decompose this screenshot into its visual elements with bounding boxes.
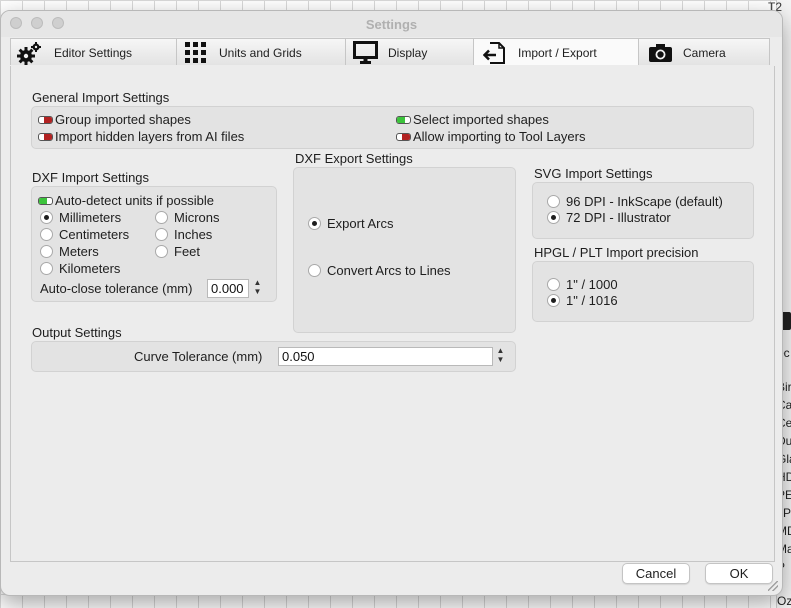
allow-tool-layers-toggle[interactable]: Allow importing to Tool Layers <box>396 129 585 144</box>
hpgl-import-title: HPGL / PLT Import precision <box>534 245 699 260</box>
radio-button <box>547 278 560 291</box>
select-imported-shapes-toggle[interactable]: Select imported shapes <box>396 112 549 127</box>
radio-label: Meters <box>59 244 99 259</box>
radio-button <box>40 228 53 241</box>
radio-button <box>155 211 168 224</box>
radio-button <box>308 264 321 277</box>
toggle-switch-off <box>396 132 411 141</box>
toggle-label: Select imported shapes <box>413 112 549 127</box>
tab-editor-settings[interactable]: Editor Settings <box>10 38 177 65</box>
dxf-import-group: Auto-detect units if possible Millimeter… <box>31 186 277 302</box>
radio-72-dpi[interactable]: 72 DPI - Illustrator <box>547 210 671 225</box>
curve-tolerance-stepper[interactable]: ▲ ▼ <box>495 346 506 366</box>
radio-export-arcs[interactable]: Export Arcs <box>308 216 393 231</box>
radio-button <box>40 262 53 275</box>
radio-label: 1" / 1000 <box>566 277 618 292</box>
curve-tolerance-label: Curve Tolerance (mm) <box>134 349 263 364</box>
radio-label: Convert Arcs to Lines <box>327 263 451 278</box>
import-export-page: General Import Settings Group imported s… <box>10 66 775 562</box>
auto-close-tolerance-label: Auto-close tolerance (mm) <box>40 281 193 296</box>
tab-units-and-grids[interactable]: Units and Grids <box>176 38 346 65</box>
toggle-label: Allow importing to Tool Layers <box>413 129 586 144</box>
monitor-icon <box>353 41 378 64</box>
radio-label: Centimeters <box>59 227 130 242</box>
curve-tolerance-input[interactable]: 0.050 <box>278 347 493 366</box>
toggle-switch-on <box>396 115 411 124</box>
title-bar: Settings <box>1 11 782 37</box>
tab-label: Editor Settings <box>54 46 133 60</box>
radio-label: Millimeters <box>59 210 122 225</box>
grid-icon <box>185 42 206 63</box>
tab-label: Display <box>388 46 428 60</box>
radio-precision-1016[interactable]: 1" / 1016 <box>547 293 618 308</box>
radio-convert-arcs-to-lines[interactable]: Convert Arcs to Lines <box>308 263 451 278</box>
radio-label: Kilometers <box>59 261 121 276</box>
radio-label: 96 DPI - InkScape (default) <box>566 194 723 209</box>
settings-window: Settings Editor Settings Units and Grids… <box>0 10 783 596</box>
radio-label: Export Arcs <box>327 216 394 231</box>
radio-label: Feet <box>174 244 201 259</box>
radio-96-dpi[interactable]: 96 DPI - InkScape (default) <box>547 194 723 209</box>
radio-label: 1" / 1016 <box>566 293 618 308</box>
radio-button <box>547 195 560 208</box>
radio-button-checked <box>547 294 560 307</box>
tab-label: Import / Export <box>518 46 597 60</box>
dxf-export-title: DXF Export Settings <box>295 151 413 166</box>
tab-display[interactable]: Display <box>345 38 474 65</box>
radio-precision-1000[interactable]: 1" / 1000 <box>547 277 618 292</box>
tab-label: Units and Grids <box>219 46 302 60</box>
tab-label: Camera <box>683 46 726 60</box>
background-list-item: Oz <box>777 594 791 608</box>
radio-label: 72 DPI - Illustrator <box>566 210 671 225</box>
auto-close-tolerance-stepper[interactable]: ▲ ▼ <box>252 278 263 298</box>
radio-label: Microns <box>174 210 220 225</box>
camera-icon <box>649 44 672 62</box>
resize-grip[interactable] <box>768 581 778 591</box>
toggle-switch-off <box>38 132 53 141</box>
tab-camera[interactable]: Camera <box>638 38 770 65</box>
group-imported-shapes-toggle[interactable]: Group imported shapes <box>38 112 191 127</box>
auto-close-tolerance-input[interactable]: 0.000 <box>207 279 249 298</box>
radio-label: Inches <box>174 227 213 242</box>
output-settings-title: Output Settings <box>32 325 122 340</box>
radio-microns[interactable]: Microns <box>155 210 220 225</box>
import-hidden-layers-toggle[interactable]: Import hidden layers from AI files <box>38 129 244 144</box>
toggle-label: Auto-detect units if possible <box>55 193 214 208</box>
general-import-title: General Import Settings <box>32 90 170 105</box>
radio-button <box>155 245 168 258</box>
window-title: Settings <box>365 17 418 32</box>
radio-button <box>155 228 168 241</box>
toggle-switch-off <box>38 115 53 124</box>
dxf-import-title: DXF Import Settings <box>32 170 150 185</box>
tab-bar: Editor Settings Units and Grids Display <box>10 38 773 67</box>
radio-centimeters[interactable]: Centimeters <box>40 227 129 242</box>
general-import-group: Group imported shapes Import hidden laye… <box>31 106 754 149</box>
radio-millimeters[interactable]: Millimeters <box>40 210 121 225</box>
cancel-button[interactable]: Cancel <box>622 563 690 584</box>
toggle-label: Import hidden layers from AI files <box>55 129 245 144</box>
radio-button <box>40 245 53 258</box>
radio-kilometers[interactable]: Kilometers <box>40 261 120 276</box>
radio-button-checked <box>308 217 321 230</box>
dxf-export-group: Export Arcs Convert Arcs to Lines <box>293 167 516 333</box>
svg-import-title: SVG Import Settings <box>534 166 653 181</box>
radio-inches[interactable]: Inches <box>155 227 212 242</box>
svg-import-group: 96 DPI - InkScape (default) 72 DPI - Ill… <box>532 182 754 239</box>
toggle-label: Group imported shapes <box>55 112 191 127</box>
radio-meters[interactable]: Meters <box>40 244 99 259</box>
radio-feet[interactable]: Feet <box>155 244 200 259</box>
hpgl-import-group: 1" / 1000 1" / 1016 <box>532 261 754 322</box>
tab-import-export[interactable]: Import / Export <box>473 38 639 65</box>
gear-icon <box>17 42 41 65</box>
radio-button-checked <box>40 211 53 224</box>
output-settings-group: Curve Tolerance (mm) 0.050 ▲ ▼ <box>31 341 516 372</box>
radio-button-checked <box>547 211 560 224</box>
ok-button[interactable]: OK <box>705 563 773 584</box>
import-export-icon <box>483 42 505 64</box>
toggle-switch-on <box>38 196 53 205</box>
auto-detect-units-toggle[interactable]: Auto-detect units if possible <box>38 193 214 208</box>
